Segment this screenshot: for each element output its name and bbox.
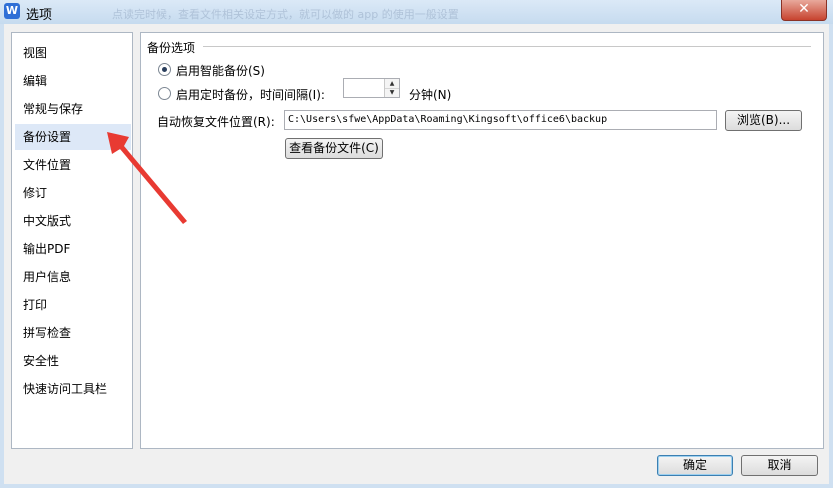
annotation-arrow-shape	[107, 132, 187, 224]
annotation-arrow	[107, 132, 187, 224]
